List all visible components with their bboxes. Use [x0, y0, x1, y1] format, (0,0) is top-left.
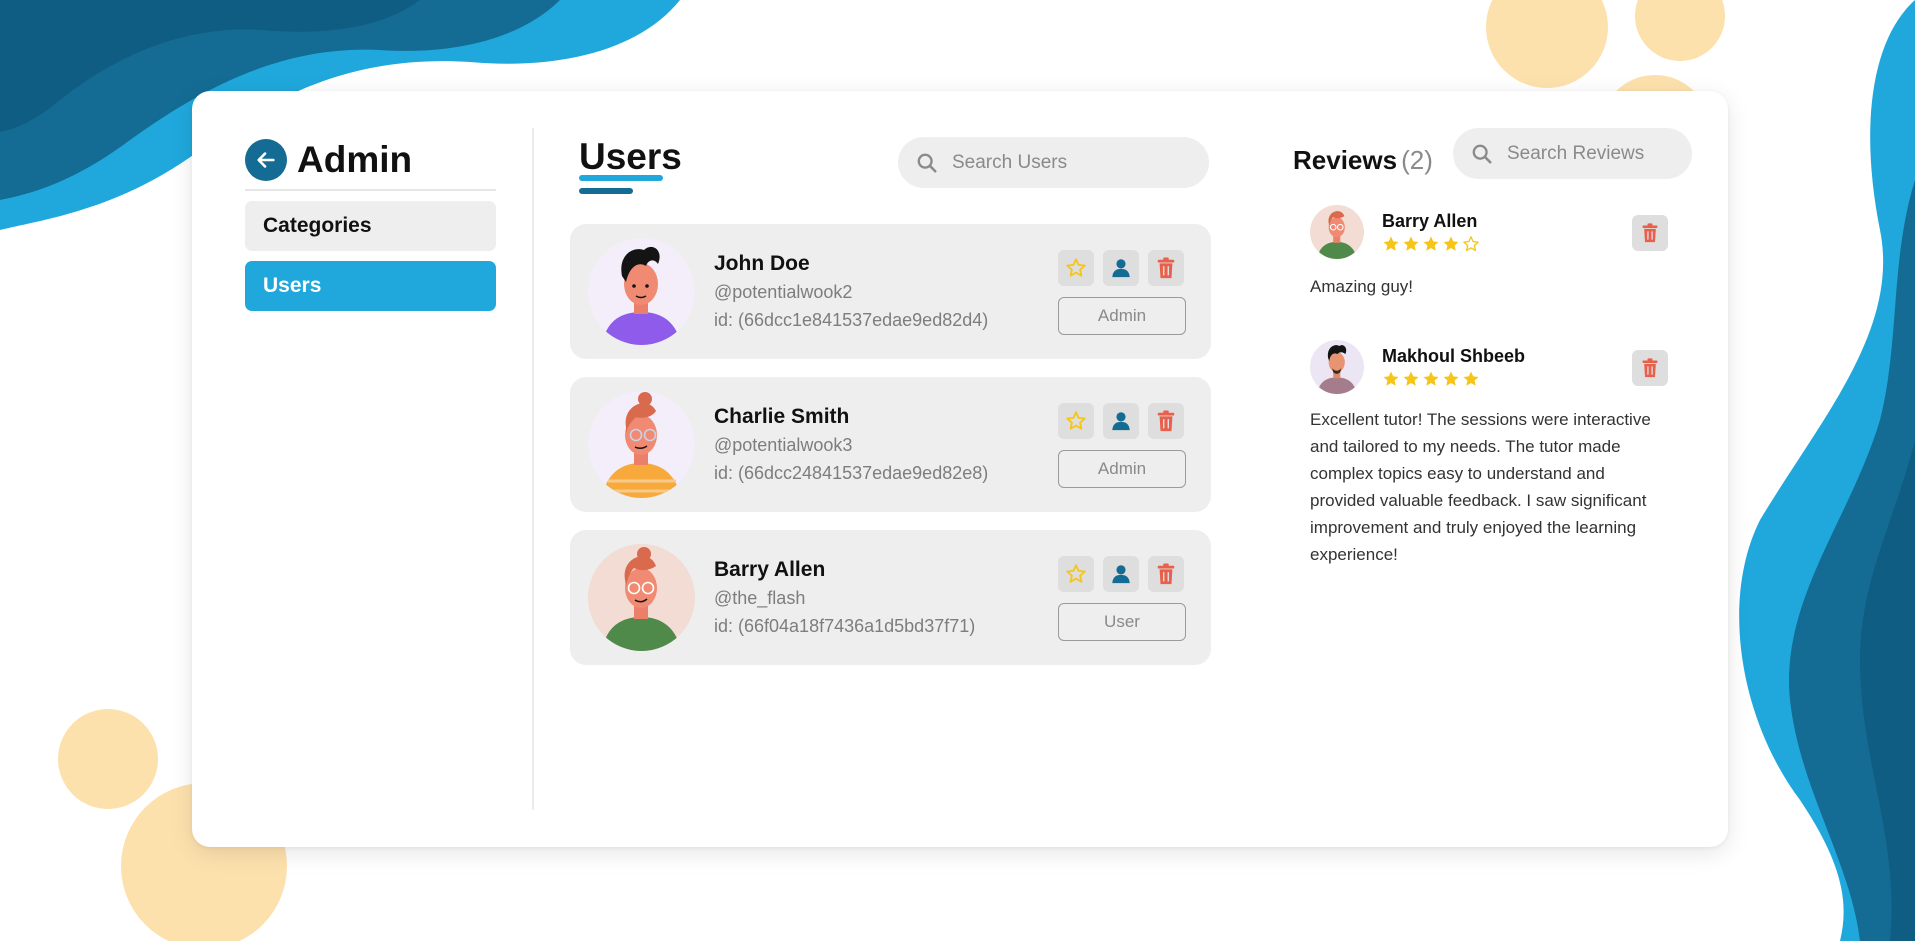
delete-user-button[interactable] [1148, 250, 1184, 286]
star-filled-icon [1443, 371, 1459, 386]
admin-panel-card: Admin Categories Users Users Search User… [192, 91, 1728, 847]
trash-icon [1642, 223, 1658, 243]
favorite-button[interactable] [1058, 250, 1094, 286]
avatar [588, 238, 695, 345]
vertical-divider [532, 128, 534, 810]
star-outline-icon [1066, 564, 1086, 583]
user-name: Barry Allen [714, 558, 826, 581]
user-card: Charlie Smith @potentialwook3 id: (66dcc… [570, 377, 1211, 512]
star-rating [1382, 235, 1480, 253]
user-id: id: (66dcc24841537edae9ed82e8) [714, 463, 989, 483]
user-card: Barry Allen @the_flash id: (66f04a18f743… [570, 530, 1211, 665]
star-filled-icon [1383, 236, 1399, 251]
star-outline-icon [1463, 236, 1479, 252]
favorite-button[interactable] [1058, 556, 1094, 592]
sidebar-item-users[interactable]: Users [245, 261, 496, 311]
user-handle: @potentialwook2 [714, 282, 853, 302]
delete-user-button[interactable] [1148, 556, 1184, 592]
profile-button[interactable] [1103, 250, 1139, 286]
reviewer-name: Makhoul Shbeeb [1382, 346, 1526, 366]
user-handle: @the_flash [714, 588, 806, 608]
avatar [588, 391, 695, 498]
admin-header: Admin [245, 131, 496, 191]
delete-review-button[interactable] [1632, 215, 1668, 251]
profile-button[interactable] [1103, 403, 1139, 439]
search-reviews-input[interactable] [1507, 142, 1657, 165]
trash-icon [1157, 410, 1175, 432]
users-title: Users [579, 136, 682, 177]
trash-icon [1157, 563, 1175, 585]
user-id: id: (66f04a18f7436a1d5bd37f71) [714, 616, 976, 636]
user-handle: @potentialwook3 [714, 435, 853, 455]
delete-user-button[interactable] [1148, 403, 1184, 439]
title-underline [579, 188, 633, 194]
reviewer-avatar [1310, 340, 1364, 394]
reviews-count: (2) [1401, 145, 1433, 175]
back-button[interactable] [245, 139, 287, 181]
search-icon [1472, 144, 1492, 164]
role-button[interactable]: Admin [1058, 297, 1186, 335]
star-rating [1382, 370, 1480, 388]
trash-icon [1157, 257, 1175, 279]
star-filled-icon [1383, 371, 1399, 386]
star-filled-icon [1423, 236, 1439, 251]
sidebar: Admin Categories Users [245, 131, 496, 311]
sidebar-item-label: Categories [263, 214, 372, 237]
favorite-button[interactable] [1058, 403, 1094, 439]
title-underline [579, 175, 663, 181]
sidebar-item-label: Users [263, 274, 322, 297]
star-outline-icon [1066, 411, 1086, 430]
review-text: Excellent tutor! The sessions were inter… [1310, 410, 1651, 564]
user-icon [1112, 565, 1130, 584]
profile-button[interactable] [1103, 556, 1139, 592]
arrow-left-icon [257, 152, 275, 168]
review-item: Makhoul Shbeeb Excellent tutor! The sess… [1310, 340, 1670, 580]
user-id: id: (66dcc1e841537edae9ed82d4) [714, 310, 989, 330]
star-filled-icon [1463, 371, 1479, 386]
role-button[interactable]: User [1058, 603, 1186, 641]
review-item: Barry Allen Amazing guy! [1310, 205, 1670, 305]
trash-icon [1642, 358, 1658, 378]
reviews-title-label: Reviews [1293, 145, 1398, 175]
user-name: Charlie Smith [714, 405, 850, 428]
sidebar-item-categories[interactable]: Categories [245, 201, 496, 251]
avatar [588, 544, 695, 651]
reviewer-name: Barry Allen [1382, 211, 1478, 231]
reviewer-avatar [1310, 205, 1364, 259]
user-icon [1112, 259, 1130, 278]
search-users-box[interactable] [898, 137, 1209, 188]
role-button[interactable]: Admin [1058, 450, 1186, 488]
star-filled-icon [1403, 371, 1419, 386]
user-icon [1112, 412, 1130, 431]
review-text: Amazing guy! [1310, 277, 1413, 296]
delete-review-button[interactable] [1632, 350, 1668, 386]
search-icon [917, 153, 937, 173]
star-filled-icon [1423, 371, 1439, 386]
search-reviews-box[interactable] [1453, 128, 1692, 179]
search-users-input[interactable] [952, 151, 1152, 174]
user-card: John Doe @potentialwook2 id: (66dcc1e841… [570, 224, 1211, 359]
star-filled-icon [1443, 236, 1459, 251]
star-filled-icon [1403, 236, 1419, 251]
reviews-title: Reviews (2) [1293, 145, 1433, 176]
star-outline-icon [1066, 258, 1086, 277]
user-name: John Doe [714, 252, 810, 275]
sidebar-title: Admin [297, 139, 413, 180]
